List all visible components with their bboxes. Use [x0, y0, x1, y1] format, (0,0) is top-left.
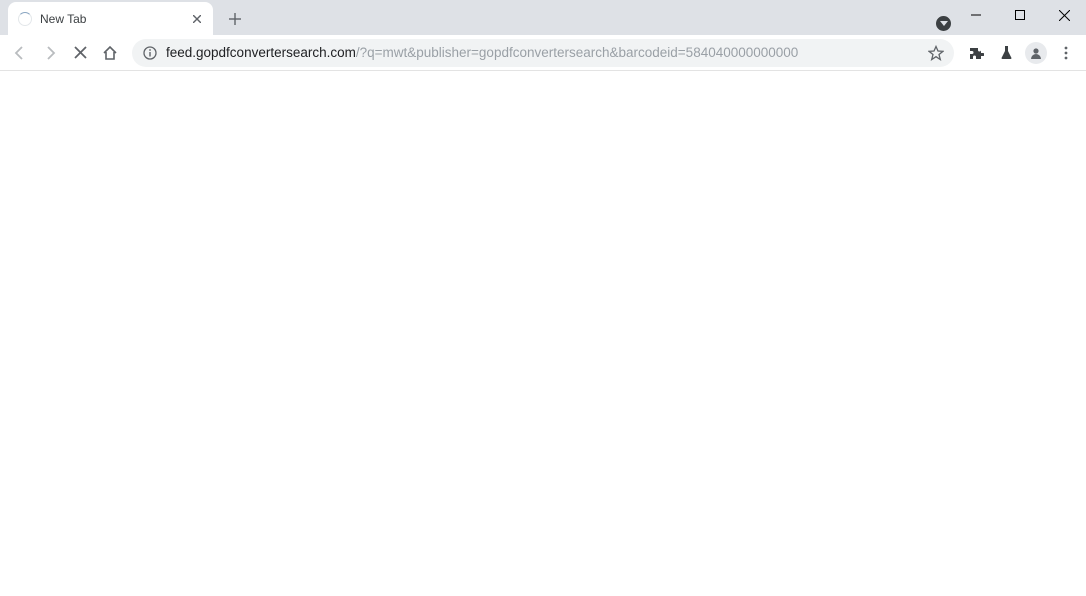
new-tab-button[interactable]: [221, 5, 249, 33]
window-controls: [954, 0, 1086, 30]
forward-button[interactable]: [36, 39, 64, 67]
minimize-button[interactable]: [954, 0, 998, 30]
back-button[interactable]: [6, 39, 34, 67]
stop-reload-button[interactable]: [66, 39, 94, 67]
bookmark-star-icon[interactable]: [928, 45, 944, 61]
tab-title: New Tab: [40, 12, 189, 26]
profile-button[interactable]: [1022, 39, 1050, 67]
site-info-icon[interactable]: [142, 45, 158, 61]
url-path: /?q=mwt&publisher=gopdfconvertersearch&b…: [356, 45, 798, 60]
profile-avatar-icon: [1025, 42, 1047, 64]
url-domain: feed.gopdfconvertersearch.com: [166, 45, 356, 60]
home-button[interactable]: [96, 39, 124, 67]
page-content: [0, 71, 1086, 596]
extensions-puzzle-icon[interactable]: [962, 39, 990, 67]
extension-flask-icon[interactable]: [992, 39, 1020, 67]
toolbar: feed.gopdfconvertersearch.com/?q=mwt&pub…: [0, 35, 1086, 71]
browser-tab[interactable]: New Tab: [8, 2, 213, 35]
tab-close-button[interactable]: [189, 11, 205, 27]
extension-badge-icon[interactable]: [936, 16, 951, 31]
address-bar[interactable]: feed.gopdfconvertersearch.com/?q=mwt&pub…: [132, 39, 954, 67]
menu-button[interactable]: [1052, 39, 1080, 67]
close-window-button[interactable]: [1042, 0, 1086, 30]
maximize-button[interactable]: [998, 0, 1042, 30]
title-bar: New Tab: [0, 0, 1086, 35]
loading-spinner-icon: [18, 12, 32, 26]
url-text[interactable]: feed.gopdfconvertersearch.com/?q=mwt&pub…: [166, 45, 920, 60]
